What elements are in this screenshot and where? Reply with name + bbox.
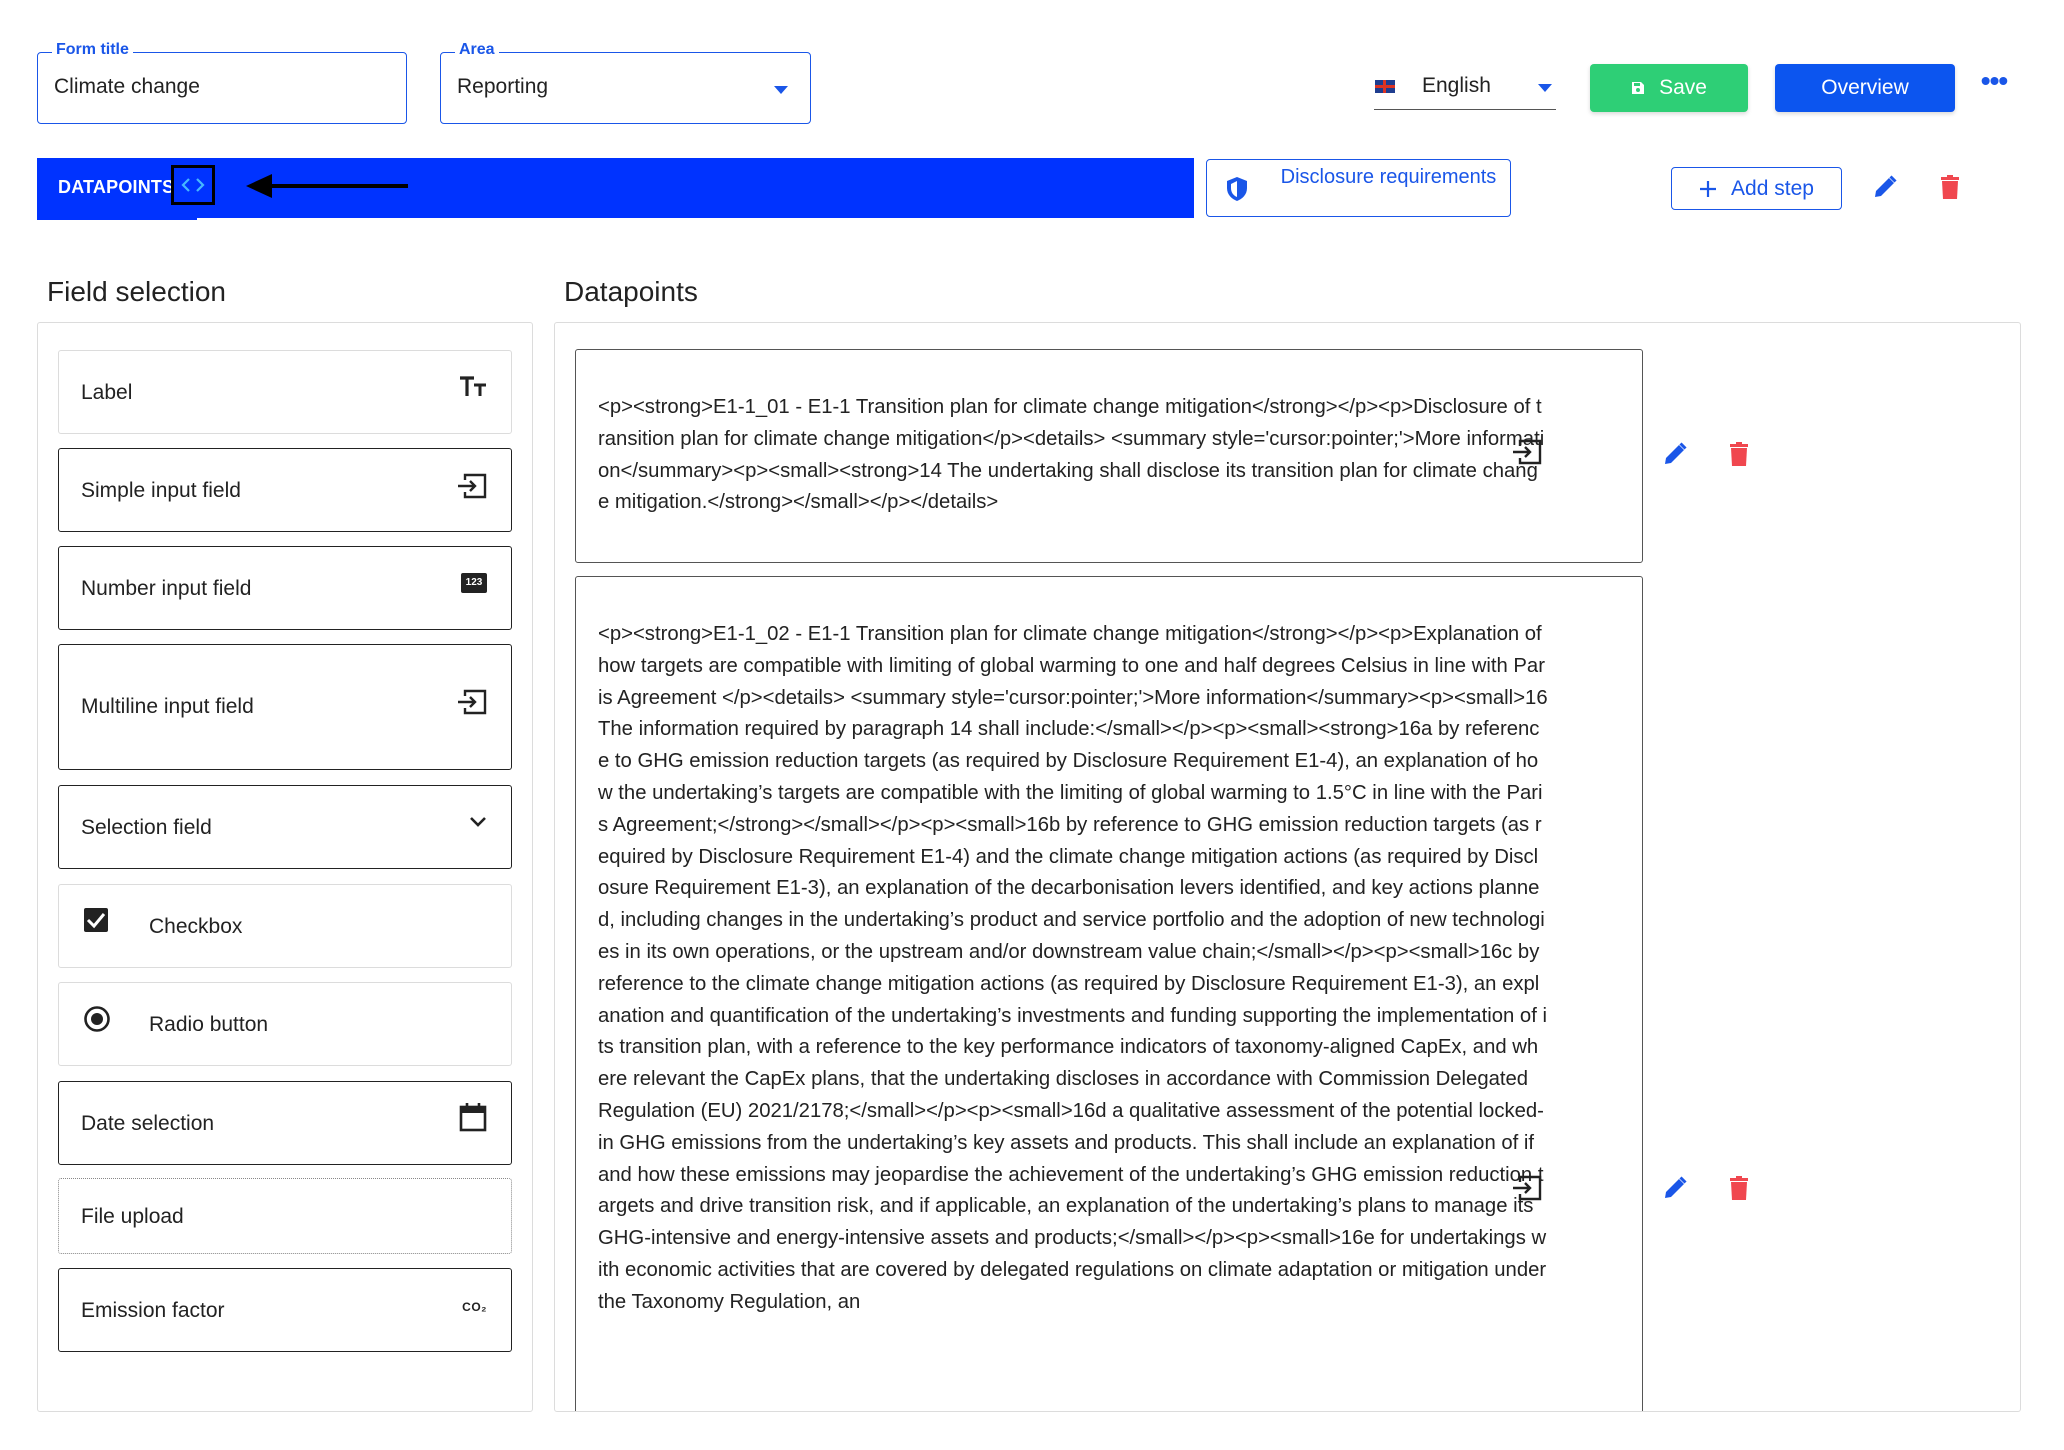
field-type-selection[interactable]: Selection field (58, 785, 512, 869)
datapoints-heading: Datapoints (564, 276, 698, 307)
field-type-date-text: Date selection (81, 1112, 215, 1135)
field-type-simple-input-text: Simple input field (81, 479, 241, 502)
field-type-radio-text: Radio button (149, 1013, 269, 1036)
input-icon (1513, 1175, 1542, 1201)
field-type-file-upload[interactable]: File upload (58, 1178, 512, 1254)
add-step-button[interactable]: Add step (1671, 167, 1842, 210)
step-tab-datapoints[interactable]: DATAPOINTS (37, 158, 1194, 220)
delete-step-trash-icon[interactable] (1938, 174, 1962, 200)
step-underline (37, 217, 197, 220)
edit-step-pencil-icon[interactable] (1872, 174, 1898, 200)
delete-datapoint-trash-icon[interactable] (1727, 1175, 1751, 1201)
field-type-emission-factor-text: Emission factor (81, 1299, 225, 1322)
field-type-multiline-input-text: Multiline input field (81, 695, 254, 718)
edit-datapoint-pencil-icon[interactable] (1662, 1175, 1688, 1201)
input-icon (458, 689, 487, 715)
floppy-disk-icon (1632, 82, 1645, 94)
area-value: Reporting (457, 75, 549, 98)
code-brackets-icon (181, 178, 205, 192)
language-select[interactable]: English (1374, 64, 1556, 110)
field-type-date[interactable]: Date selection (58, 1081, 512, 1165)
field-type-radio[interactable]: Radio button (58, 982, 512, 1066)
field-type-simple-input[interactable]: Simple input field (58, 448, 512, 532)
field-selection-panel: Label Simple input field Number input fi… (37, 322, 533, 1412)
overview-button[interactable]: Overview (1775, 64, 1955, 112)
field-type-multiline-input[interactable]: Multiline input field (58, 644, 512, 770)
save-label: Save (1659, 76, 1707, 99)
form-title-legend: Form title (52, 41, 133, 59)
form-title-value[interactable]: Climate change (54, 75, 200, 99)
field-type-checkbox[interactable]: Checkbox (58, 884, 512, 968)
datapoint-text: <p><strong>E1-1_01 - E1-1 Transition pla… (598, 396, 1545, 514)
shield-icon (1227, 177, 1247, 201)
datapoints-panel: <p><strong>E1-1_01 - E1-1 Transition pla… (554, 322, 2021, 1412)
input-icon (1513, 439, 1542, 465)
field-type-checkbox-text: Checkbox (149, 915, 243, 938)
field-type-label-text: Label (81, 381, 133, 404)
delete-datapoint-trash-icon[interactable] (1727, 441, 1751, 467)
text-size-icon (460, 376, 486, 396)
save-button[interactable]: Save (1590, 64, 1748, 112)
language-value: English (1422, 74, 1491, 97)
add-step-label: Add step (1731, 176, 1814, 200)
number-123-icon: 123 (461, 573, 487, 593)
overview-label: Overview (1821, 76, 1909, 99)
field-type-selection-text: Selection field (81, 816, 212, 839)
area-select[interactable]: Area Reporting (440, 41, 811, 124)
annotation-arrow-icon (246, 174, 408, 198)
step-label: DATAPOINTS (58, 177, 175, 197)
caret-down-icon (774, 86, 788, 94)
field-type-number-input-text: Number input field (81, 577, 252, 600)
field-type-file-upload-text: File upload (81, 1205, 184, 1228)
co2-icon: CO₂ (462, 1300, 487, 1314)
area-legend: Area (455, 41, 499, 59)
datapoint-card[interactable]: <p><strong>E1-1_01 - E1-1 Transition pla… (575, 349, 1643, 563)
disclosure-requirements-button[interactable]: Disclosure requirements (1206, 159, 1511, 217)
calendar-icon (459, 1103, 487, 1132)
code-view-button[interactable] (171, 165, 215, 205)
datapoint-text: <p><strong>E1-1_02 - E1-1 Transition pla… (598, 623, 1548, 1313)
field-type-emission-factor[interactable]: Emission factor CO₂ (58, 1268, 512, 1352)
field-type-label[interactable]: Label (58, 350, 512, 434)
datapoint-card[interactable]: <p><strong>E1-1_02 - E1-1 Transition pla… (575, 576, 1643, 1411)
field-selection-heading: Field selection (47, 276, 226, 307)
edit-datapoint-pencil-icon[interactable] (1662, 441, 1688, 467)
disclosure-label: Disclosure requirements (1280, 166, 1497, 188)
plus-icon (1700, 180, 1717, 197)
input-icon (458, 473, 487, 499)
form-title-field[interactable]: Form title Climate change (37, 41, 407, 124)
uk-flag-icon (1375, 80, 1395, 93)
checkbox-checked-icon (84, 908, 108, 932)
radio-selected-icon (84, 1006, 110, 1032)
more-options-icon[interactable]: ••• (1980, 67, 2008, 100)
caret-down-icon (1538, 84, 1552, 92)
field-type-number-input[interactable]: Number input field 123 (58, 546, 512, 630)
chevron-down-icon (470, 817, 486, 827)
